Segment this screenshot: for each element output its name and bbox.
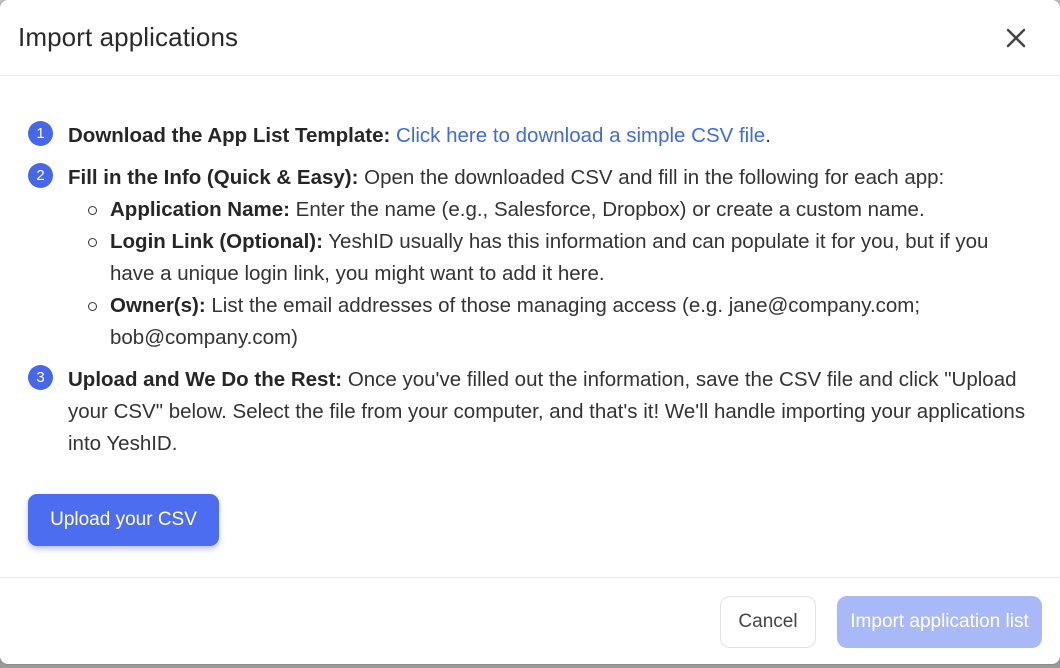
close-button[interactable] [1002,24,1030,52]
dialog-title: Import applications [18,22,239,52]
import-application-list-button[interactable]: Import application list [837,596,1042,648]
step-number-badge: 1 [28,121,53,146]
step-1-text: Download the App List Template: Click he… [68,120,1032,152]
step-2-heading: Fill in the Info (Quick & Easy): [68,166,359,189]
step-1-heading: Download the App List Template: [68,124,391,147]
step-1-trailing: . [765,124,771,147]
import-applications-dialog: Import applications 1 Download the App L… [0,0,1060,664]
dialog-footer: Cancel Import application list [0,578,1060,664]
list-item: Application Name: Enter the name (e.g., … [88,194,1032,226]
dialog-body: 1 Download the App List Template: Click … [0,76,1060,578]
step-1: 1 Download the App List Template: Click … [28,120,1032,152]
field-label: Application Name: [110,198,290,221]
list-item: Owner(s): List the email addresses of th… [88,290,1032,354]
step-number-badge: 3 [28,365,53,390]
step-3-text: Upload and We Do the Rest: Once you've f… [68,364,1032,460]
step-2-description: Open the downloaded CSV and fill in the … [364,166,945,189]
step-3: 3 Upload and We Do the Rest: Once you've… [28,364,1032,460]
step-3-heading: Upload and We Do the Rest: [68,368,343,391]
field-description: List the email addresses of those managi… [110,294,921,349]
cancel-button[interactable]: Cancel [720,596,816,648]
upload-csv-button[interactable]: Upload your CSV [28,494,219,546]
field-label: Login Link (Optional): [110,230,323,253]
step-number-badge: 2 [28,163,53,188]
list-item: Login Link (Optional): YeshID usually ha… [88,226,1032,290]
download-template-link[interactable]: Click here to download a simple CSV file [396,124,765,147]
dialog-header: Import applications [0,0,1060,76]
step-2-text: Fill in the Info (Quick & Easy): Open th… [68,162,1032,354]
field-description: Enter the name (e.g., Salesforce, Dropbo… [295,198,925,221]
field-label: Owner(s): [110,294,206,317]
close-icon [1006,28,1026,48]
field-list: Application Name: Enter the name (e.g., … [88,194,1032,354]
step-2: 2 Fill in the Info (Quick & Easy): Open … [28,162,1032,354]
